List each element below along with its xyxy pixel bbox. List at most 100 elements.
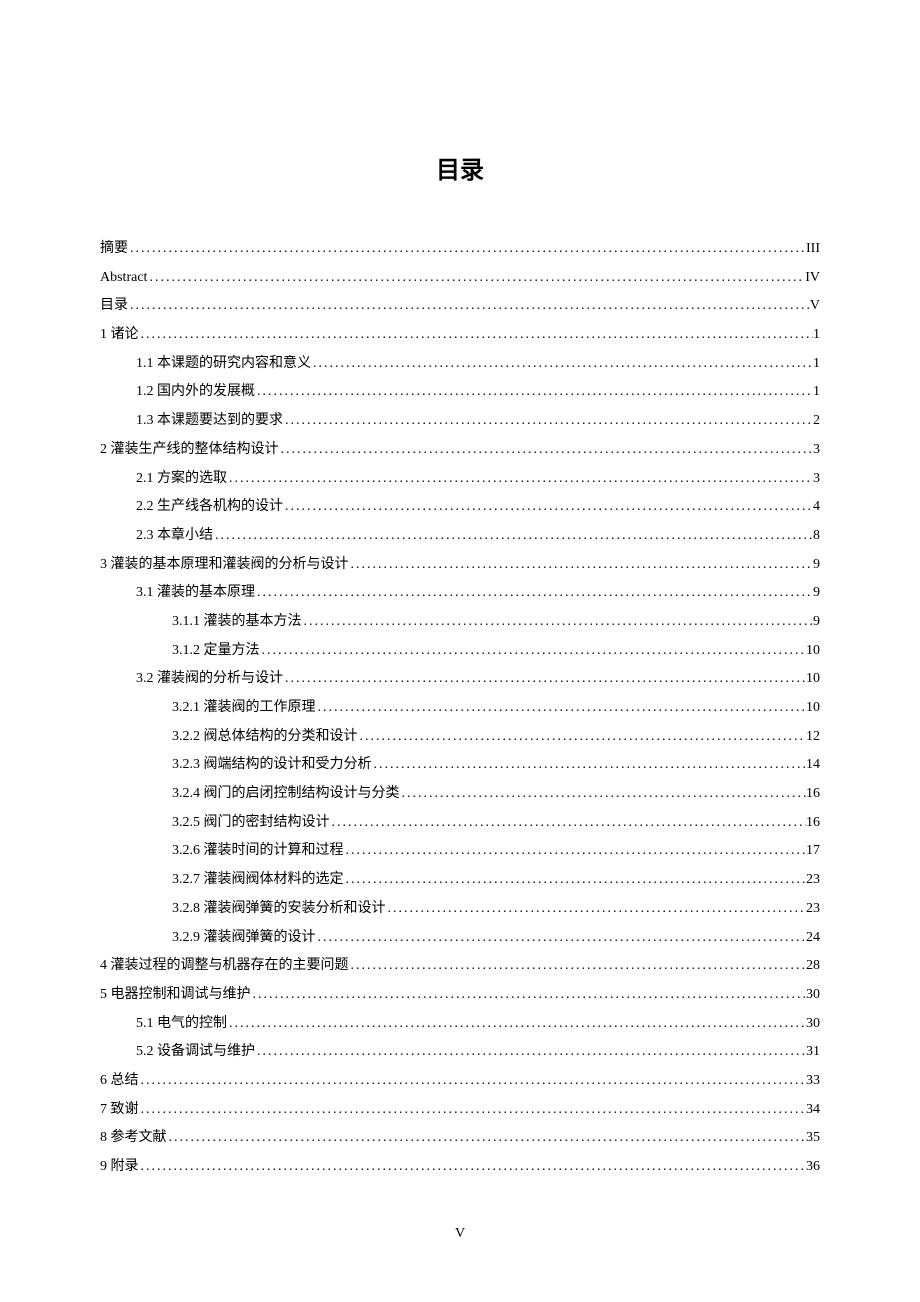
toc-entry-label: 目录 [100, 292, 128, 321]
toc-dot-leader [302, 608, 814, 637]
toc-entry: 1.3 本课题要达到的要求2 [100, 407, 820, 436]
toc-entry-page: 1 [813, 350, 820, 379]
toc-entry-label: Abstract [100, 264, 147, 293]
toc-entry-page: 34 [806, 1096, 820, 1125]
toc-entry: 4 灌装过程的调整与机器存在的主要问题 28 [100, 952, 820, 981]
toc-entry-label: 1.1 本课题的研究内容和意义 [136, 350, 311, 379]
toc-entry-page: 12 [806, 723, 820, 752]
toc-dot-leader [344, 837, 807, 866]
toc-entry-page: 1 [813, 321, 820, 350]
toc-entry-label: 3.2.8 灌装阀弹簧的安装分析和设计 [172, 895, 386, 924]
toc-entry-page: 9 [813, 579, 820, 608]
toc-dot-leader [147, 264, 805, 293]
toc-entry: 5.2 设备调试与维护 31 [100, 1038, 820, 1067]
toc-entry: 1.2 国内外的发展概1 [100, 378, 820, 407]
toc-dot-leader [311, 350, 813, 379]
toc-entry: 2.1 方案的选取3 [100, 465, 820, 494]
toc-dot-leader [139, 1067, 807, 1096]
toc-entry-label: 6 总结 [100, 1067, 139, 1096]
toc-entry: 3.2.3 阀端结构的设计和受力分析 14 [100, 751, 820, 780]
toc-entry-page: 28 [806, 952, 820, 981]
toc-entry-page: 31 [806, 1038, 820, 1067]
toc-entry: 3.2.7 灌装阀阀体材料的选定23 [100, 866, 820, 895]
toc-entry-page: 4 [813, 493, 820, 522]
toc-entry: 3.2.6 灌装时间的计算和过程17 [100, 837, 820, 866]
toc-entry: 3 灌装的基本原理和灌装阀的分析与设计9 [100, 551, 820, 580]
toc-entry-label: 3 灌装的基本原理和灌装阀的分析与设计 [100, 551, 349, 580]
toc-entry-label: 3.2.7 灌装阀阀体材料的选定 [172, 866, 344, 895]
toc-dot-leader [349, 551, 814, 580]
toc-entry: 5 电器控制和调试与维护 30 [100, 981, 820, 1010]
toc-entry-page: 24 [806, 924, 820, 953]
toc-entry: 1 诸论1 [100, 321, 820, 350]
toc-entry: 8 参考文献 35 [100, 1124, 820, 1153]
toc-entry-label: 3.2.3 阀端结构的设计和受力分析 [172, 751, 372, 780]
toc-entry-page: 14 [806, 751, 820, 780]
toc-entry-label: 3.2.9 灌装阀弹簧的设计 [172, 924, 316, 953]
toc-entry: 3.1 灌装的基本原理 9 [100, 579, 820, 608]
toc-dot-leader [283, 407, 813, 436]
toc-entry-page: 16 [806, 809, 820, 838]
toc-dot-leader [279, 436, 814, 465]
toc-dot-leader [358, 723, 807, 752]
toc-entry-page: 8 [813, 522, 820, 551]
toc-entry-label: 3.1 灌装的基本原理 [136, 579, 255, 608]
toc-entry-page: 33 [806, 1067, 820, 1096]
toc-dot-leader [227, 1010, 806, 1039]
toc-entry-label: 3.2.6 灌装时间的计算和过程 [172, 837, 344, 866]
toc-entry-page: 30 [806, 1010, 820, 1039]
toc-entry-page: 23 [806, 895, 820, 924]
toc-dot-leader [344, 866, 807, 895]
toc-entry: 3.2.8 灌装阀弹簧的安装分析和设计 23 [100, 895, 820, 924]
toc-entry-label: 1.2 国内外的发展概 [136, 378, 255, 407]
toc-entry-page: 35 [806, 1124, 820, 1153]
toc-entry: 2 灌装生产线的整体结构设计3 [100, 436, 820, 465]
toc-dot-leader [139, 1096, 807, 1125]
toc-entry: 3.2 灌装阀的分析与设计10 [100, 665, 820, 694]
toc-entry-page: 3 [813, 436, 820, 465]
toc-dot-leader [283, 493, 813, 522]
toc-dot-leader [255, 579, 813, 608]
toc-entry: 摘要III [100, 235, 820, 264]
toc-entry: 6 总结 33 [100, 1067, 820, 1096]
toc-entry: 2.3 本章小结 8 [100, 522, 820, 551]
toc-entry: 3.2.1 灌装阀的工作原理10 [100, 694, 820, 723]
toc-entry-label: 2.1 方案的选取 [136, 465, 227, 494]
toc-entry-label: 2.3 本章小结 [136, 522, 213, 551]
toc-entry: 目录 V [100, 292, 820, 321]
toc-dot-leader [330, 809, 807, 838]
toc-entry-label: 5.2 设备调试与维护 [136, 1038, 255, 1067]
toc-entry-label: 3.2.4 阀门的启闭控制结构设计与分类 [172, 780, 400, 809]
toc-entry-label: 8 参考文献 [100, 1124, 167, 1153]
toc-title: 目录 [100, 150, 820, 185]
toc-entry-page: IV [805, 264, 820, 293]
toc-entry-page: 10 [806, 665, 820, 694]
toc-dot-leader [139, 321, 814, 350]
toc-dot-leader [251, 981, 807, 1010]
toc-entry: Abstract IV [100, 264, 820, 293]
toc-entry-page: 9 [813, 608, 820, 637]
toc-entry-page: 10 [806, 694, 820, 723]
toc-entry: 1.1 本课题的研究内容和意义 1 [100, 350, 820, 379]
toc-entry-page: III [806, 235, 820, 264]
toc-dot-leader [316, 924, 807, 953]
toc-entry-page: 30 [806, 981, 820, 1010]
toc-entry-page: V [810, 292, 820, 321]
toc-entry-page: 2 [813, 407, 820, 436]
toc-dot-leader [227, 465, 813, 494]
toc-dot-leader [255, 378, 813, 407]
toc-entry-label: 7 致谢 [100, 1096, 139, 1125]
toc-dot-leader [372, 751, 807, 780]
toc-entry: 3.2.2 阀总体结构的分类和设计12 [100, 723, 820, 752]
toc-entry-label: 2.2 生产线各机构的设计 [136, 493, 283, 522]
toc-entry: 3.1.1 灌装的基本方法9 [100, 608, 820, 637]
toc-dot-leader [167, 1124, 807, 1153]
toc-dot-leader [128, 292, 810, 321]
toc-entry-label: 5 电器控制和调试与维护 [100, 981, 251, 1010]
toc-entry-label: 5.1 电气的控制 [136, 1010, 227, 1039]
table-of-contents: 摘要IIIAbstractIV目录V1 诸论11.1 本课题的研究内容和意义11… [100, 235, 820, 1182]
page-number: V [0, 1226, 920, 1242]
toc-dot-leader [283, 665, 806, 694]
toc-entry-label: 4 灌装过程的调整与机器存在的主要问题 [100, 952, 349, 981]
toc-entry-label: 3.1.2 定量方法 [172, 637, 260, 666]
